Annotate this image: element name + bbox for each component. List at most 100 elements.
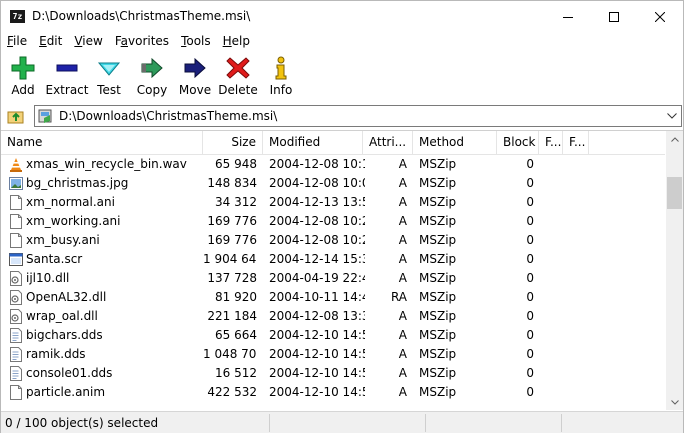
menu-view[interactable]: View: [68, 32, 108, 52]
info-icon: [268, 55, 294, 81]
column-method[interactable]: Method: [413, 131, 497, 155]
table-row[interactable]: OpenAL32.dll 81 920 2004-10-11 14:48 RA MSZi…: [1, 288, 665, 307]
blank-file-icon: [9, 233, 23, 248]
table-row[interactable]: xm_normal.ani 34 312 2004-12-13 13:51 A MSZi…: [1, 193, 665, 212]
column-name[interactable]: Name: [1, 131, 203, 155]
check-chevron-icon: [96, 55, 122, 81]
scroll-down-arrow-icon[interactable]: [666, 394, 683, 410]
dll-file-icon: [9, 290, 23, 305]
minimize-button[interactable]: [545, 1, 591, 32]
file-attributes: A: [398, 157, 407, 171]
file-block: 0: [526, 214, 534, 228]
status-divider: [425, 414, 426, 432]
up-folder-button[interactable]: [5, 106, 27, 126]
table-row[interactable]: bigchars.dds 65 664 2004-12-10 14:54 A MSZip…: [1, 326, 665, 345]
add-label: Add: [11, 83, 35, 97]
menu-edit[interactable]: Edit: [33, 32, 68, 52]
text-file-icon: [9, 328, 23, 343]
move-arrow-icon: [182, 55, 208, 81]
table-row[interactable]: wrap_oal.dll 221 184 2004-12-08 13:38 A MSZi…: [1, 307, 665, 326]
menu-tools[interactable]: Tools: [175, 32, 217, 52]
blank-file-icon: [9, 214, 23, 229]
move-button[interactable]: Move: [177, 55, 213, 99]
table-row[interactable]: ramik.dds 1 048 704 2004-12-10 14:55 A MSZip…: [1, 345, 665, 364]
scrollbar-thumb[interactable]: [667, 177, 682, 209]
file-attributes: A: [398, 366, 407, 380]
table-row[interactable]: ijl10.dll 137 728 2004-04-19 22:42 A MSZip 0: [1, 269, 665, 288]
file-block: 0: [526, 290, 534, 304]
vertical-scrollbar[interactable]: [666, 131, 683, 410]
file-modified: 2004-12-08 13:38: [269, 309, 365, 323]
column-attributes[interactable]: Attri...: [363, 131, 413, 155]
file-method: MSZip: [419, 157, 457, 171]
column-f2[interactable]: F...: [563, 131, 589, 155]
test-button[interactable]: Test: [93, 55, 125, 99]
menu-file[interactable]: File: [1, 32, 33, 52]
column-modified[interactable]: Modified: [263, 131, 363, 155]
menu-help[interactable]: Help: [217, 32, 256, 52]
toolbar: Add Extract Test Copy Move Delete Info: [1, 52, 683, 102]
file-size: 1 048 704: [203, 347, 257, 361]
address-bar: D:\Downloads\ChristmasTheme.msi\: [1, 103, 683, 129]
table-row[interactable]: bg_christmas.jpg 148 834 2004-12-08 10:09 A…: [1, 174, 665, 193]
table-row[interactable]: particle.anim 422 532 2004-12-10 14:55 A MSZ…: [1, 383, 665, 402]
move-label: Move: [178, 83, 212, 97]
table-row[interactable]: Santa.scr 1 904 640 2004-12-14 15:36 A MSZip…: [1, 250, 665, 269]
status-divider: [561, 414, 562, 432]
copy-button[interactable]: Copy: [135, 55, 169, 99]
file-method: MSZip: [419, 309, 457, 323]
file-name: bg_christmas.jpg: [26, 176, 129, 190]
file-attributes: A: [398, 176, 407, 190]
file-name: xm_normal.ani: [26, 195, 115, 209]
menu-favorites[interactable]: Favorites: [109, 32, 175, 52]
delete-button[interactable]: Delete: [218, 55, 258, 99]
extract-button[interactable]: Extract: [45, 55, 89, 99]
file-modified: 2004-04-19 22:42: [269, 271, 365, 285]
minus-icon: [54, 55, 80, 81]
file-name: OpenAL32.dll: [26, 290, 107, 304]
info-button[interactable]: Info: [267, 55, 295, 99]
file-size: 81 920: [215, 290, 257, 304]
copy-arrow-icon: [139, 55, 165, 81]
file-attributes: A: [398, 252, 407, 266]
vlc-cone-icon: [9, 157, 23, 172]
file-list[interactable]: Name Size Modified Attri... Method Block…: [1, 130, 683, 410]
msi-package-icon: [38, 109, 52, 123]
file-method: MSZip: [419, 252, 457, 266]
file-name: Santa.scr: [26, 252, 83, 266]
file-method: MSZip: [419, 214, 457, 228]
file-name: xm_working.ani: [26, 214, 121, 228]
selection-status: 0 / 100 object(s) selected: [5, 416, 159, 430]
file-name: ijl10.dll: [26, 271, 70, 285]
scroll-up-arrow-icon[interactable]: [666, 131, 683, 148]
file-name: bigchars.dds: [26, 328, 103, 342]
table-row[interactable]: xm_working.ani 169 776 2004-12-08 10:20 A MS…: [1, 212, 665, 231]
minimize-icon: [563, 16, 573, 18]
file-size: 16 512: [215, 366, 257, 380]
table-row[interactable]: xmas_win_recycle_bin.wav 65 948 2004-12-08…: [1, 155, 665, 174]
file-attributes: A: [398, 214, 407, 228]
column-size[interactable]: Size: [203, 131, 263, 155]
file-attributes: A: [398, 328, 407, 342]
column-block[interactable]: Block: [497, 131, 539, 155]
dll-file-icon: [9, 309, 23, 324]
chevron-down-icon[interactable]: [665, 109, 679, 123]
file-name: particle.anim: [26, 385, 106, 399]
file-name: ramik.dds: [26, 347, 86, 361]
file-modified: 2004-12-14 15:36: [269, 252, 365, 266]
close-button[interactable]: [637, 1, 683, 32]
file-attributes: A: [398, 309, 407, 323]
file-block: 0: [526, 366, 534, 380]
dll-file-icon: [9, 271, 23, 286]
table-row[interactable]: xm_busy.ani 169 776 2004-12-08 10:20 A MSZip…: [1, 231, 665, 250]
table-row[interactable]: console01.dds 16 512 2004-12-10 14:55 A MSZi…: [1, 364, 665, 383]
add-button[interactable]: Add: [6, 55, 40, 99]
path-combobox[interactable]: D:\Downloads\ChristmasTheme.msi\: [34, 105, 682, 127]
maximize-button[interactable]: [591, 1, 637, 32]
column-f1[interactable]: F...: [539, 131, 563, 155]
file-modified: 2004-12-08 10:20: [269, 214, 365, 228]
file-size: 169 776: [207, 233, 257, 247]
file-name: wrap_oal.dll: [26, 309, 98, 323]
7zip-app-icon: 7z: [10, 10, 25, 23]
title-bar: 7z D:\Downloads\ChristmasTheme.msi\: [1, 1, 683, 32]
